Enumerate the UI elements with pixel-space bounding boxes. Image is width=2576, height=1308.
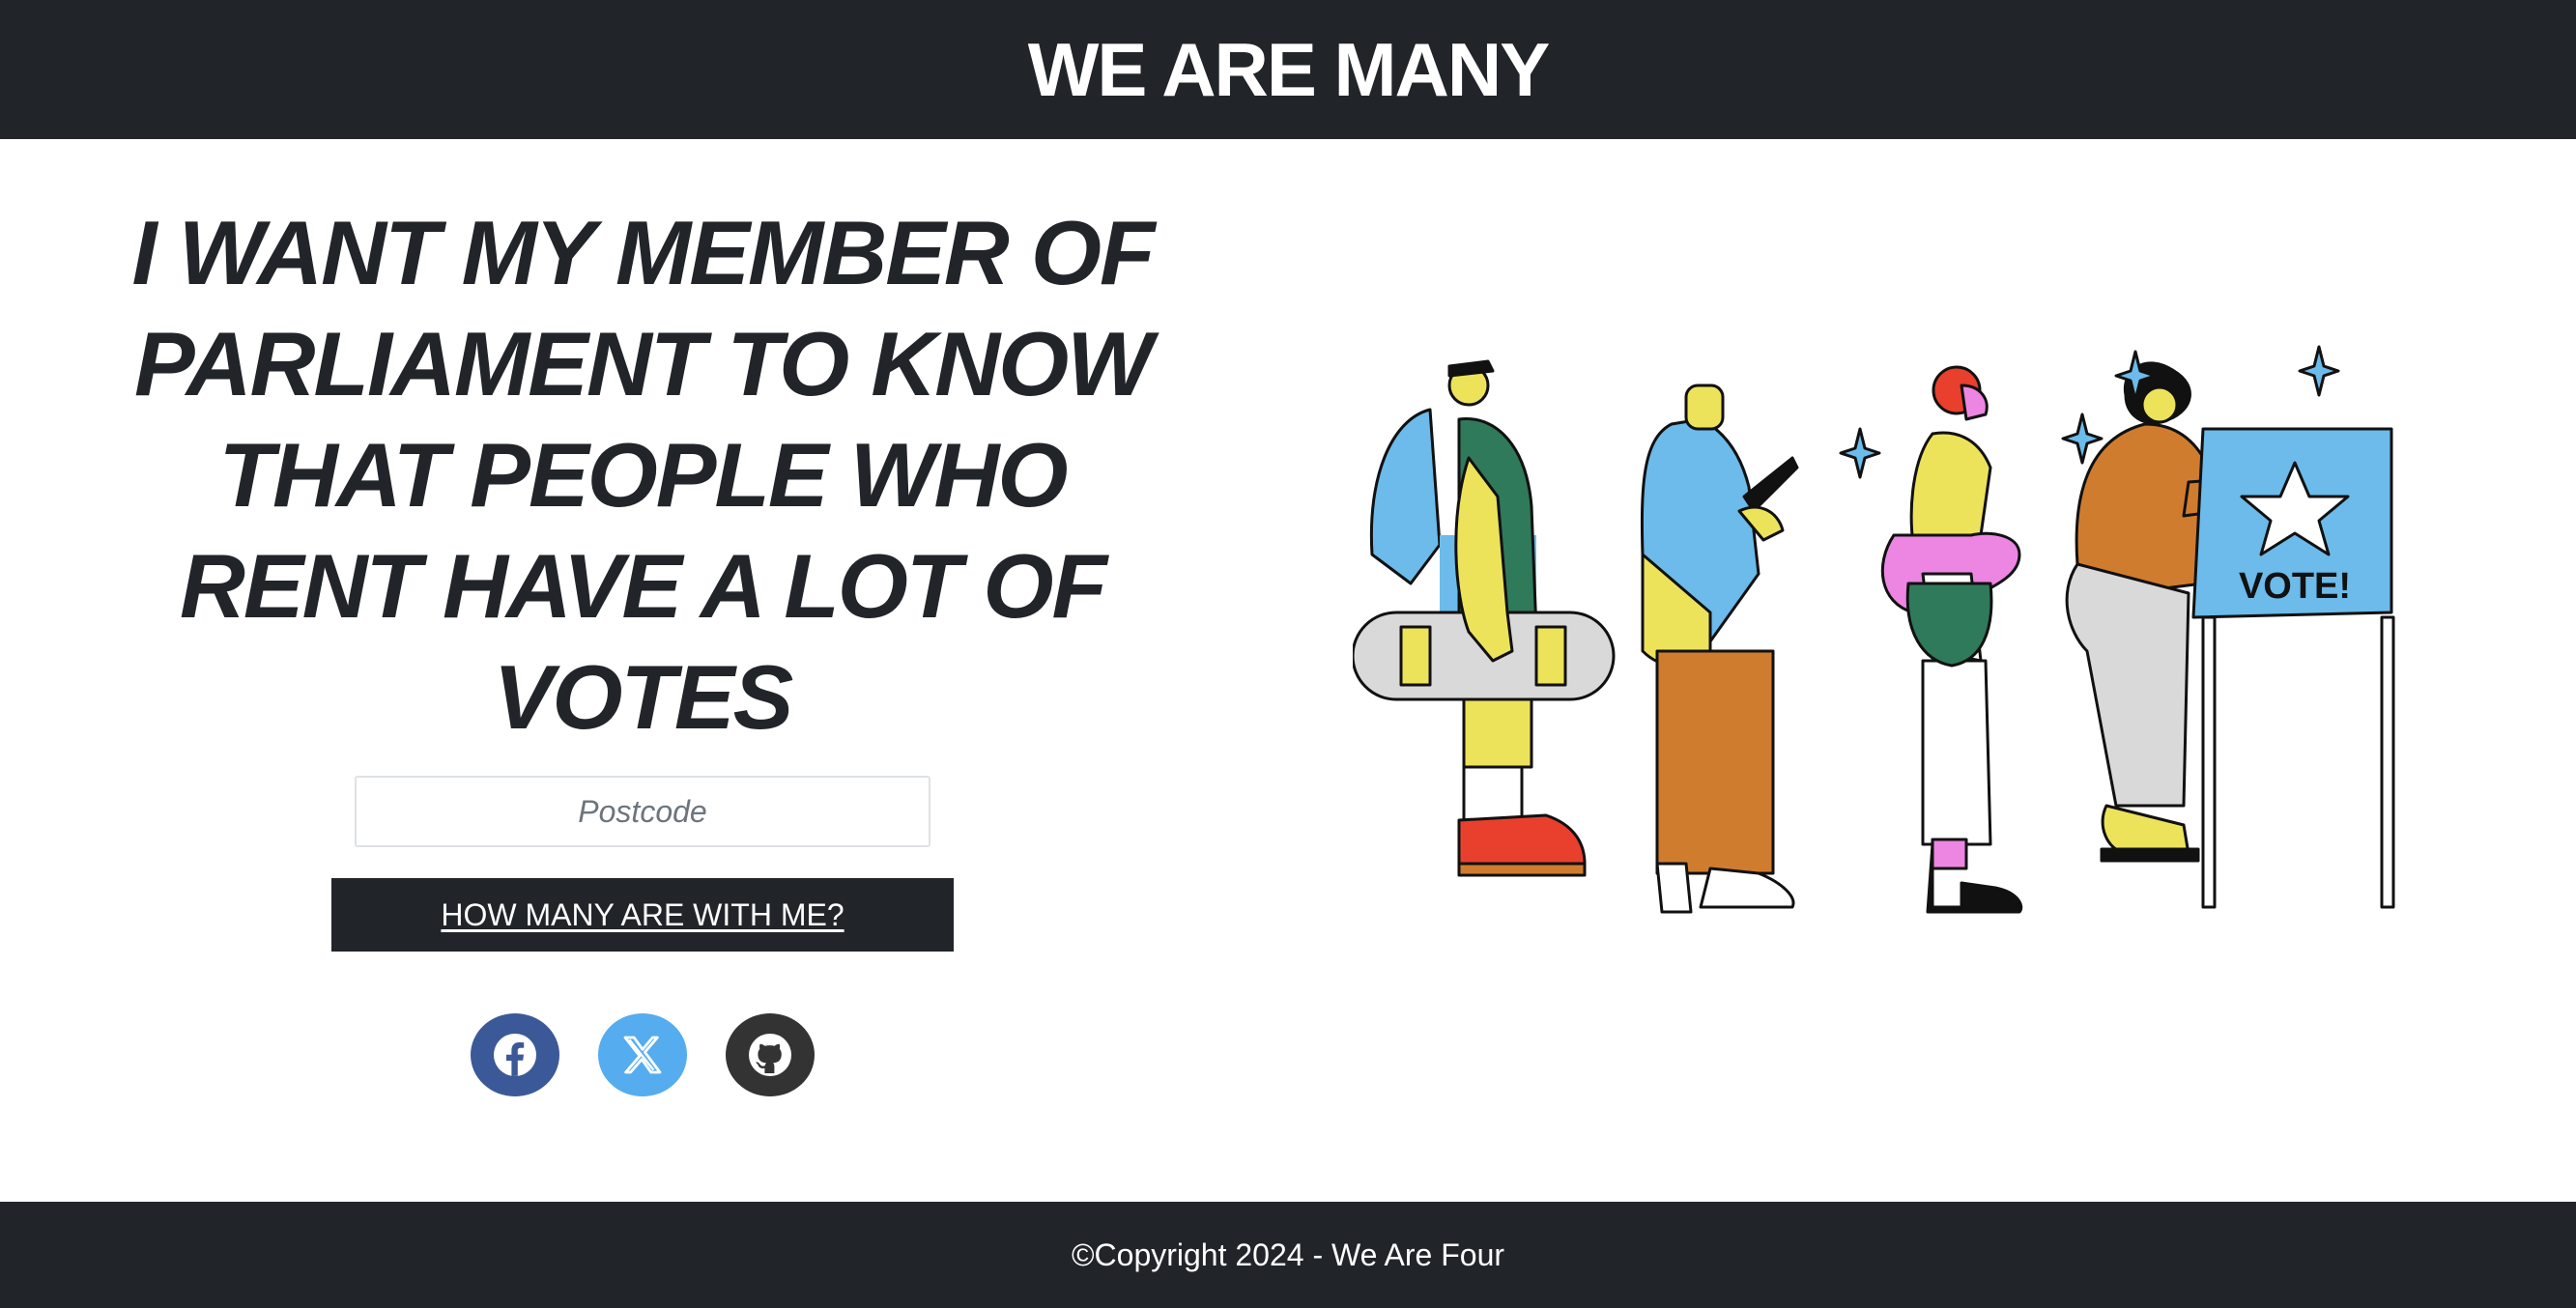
call-to-action-panel: I WANT MY MEMBER OF PARLIAMENT TO KNOW T…	[97, 197, 1188, 1096]
site-footer: ©Copyright 2024 - We Are Four	[0, 1202, 2576, 1308]
x-icon	[623, 1036, 662, 1074]
brand-title[interactable]: WE ARE MANY	[1028, 26, 1550, 114]
voting-booth	[2191, 427, 2395, 909]
github-icon	[749, 1034, 791, 1076]
how-many-button[interactable]: HOW MANY ARE WITH ME?	[331, 878, 954, 952]
github-link[interactable]	[726, 1013, 815, 1096]
social-links	[471, 1013, 815, 1096]
woman-with-bag-figure	[1880, 365, 2023, 914]
x-link[interactable]	[598, 1013, 687, 1096]
site-header: WE ARE MANY	[0, 0, 2576, 139]
facebook-link[interactable]	[471, 1013, 559, 1096]
voters-illustration: VOTE!	[1353, 345, 2395, 914]
skateboarder-figure	[1353, 359, 1616, 877]
main-section: I WANT MY MEMBER OF PARLIAMENT TO KNOW T…	[0, 139, 2576, 1202]
postcode-input[interactable]	[355, 776, 930, 847]
headline: I WANT MY MEMBER OF PARLIAMENT TO KNOW T…	[131, 202, 1156, 748]
facebook-icon	[494, 1034, 536, 1076]
vote-sign-text: VOTE!	[2239, 566, 2351, 607]
copyright-text: ©Copyright 2024 - We Are Four	[1071, 1237, 1505, 1272]
phone-user-figure	[1640, 384, 1799, 914]
